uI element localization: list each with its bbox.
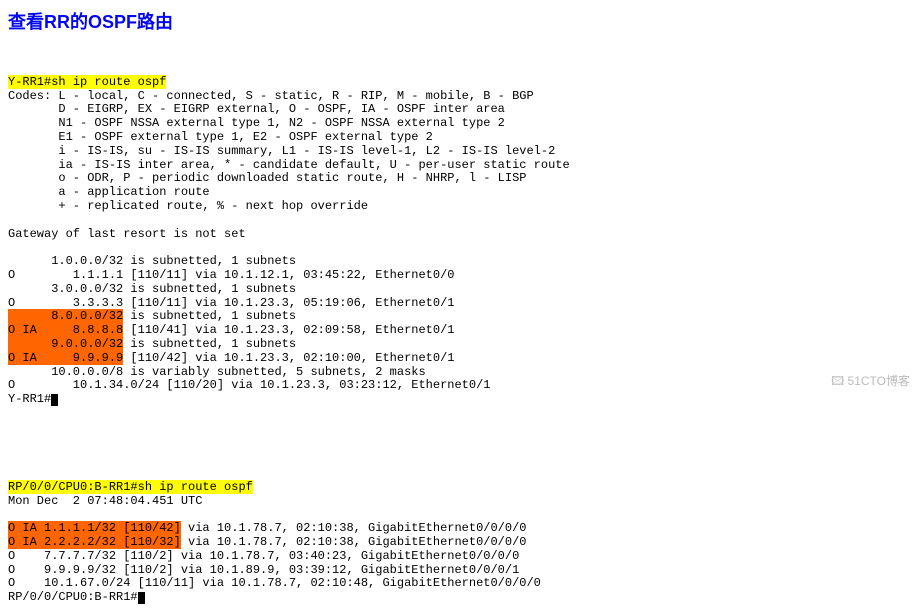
route-line-tail: [110/42] via 10.1.23.3, 02:10:00, Ethern… (123, 351, 454, 365)
prompt-1: Y-RR1#sh ip route ospf (8, 75, 166, 89)
route-line-hl: O IA 1.1.1.1/32 [110/42] (8, 521, 181, 535)
timestamp-line: Mon Dec 2 07:48:04.451 UTC (8, 494, 202, 508)
codes-line: E1 - OSPF external type 1, E2 - OSPF ext… (8, 130, 433, 144)
route-line: O 10.1.34.0/24 [110/20] via 10.1.23.3, 0… (8, 378, 490, 392)
command-text: sh ip route ospf (138, 480, 253, 494)
route-line-hl: 8.0.0.0/32 (8, 309, 123, 323)
command-text: sh ip route ospf (51, 75, 166, 89)
cursor-icon (138, 592, 145, 604)
codes-line: + - replicated route, % - next hop overr… (8, 199, 368, 213)
route-line: O 10.1.67.0/24 [110/11] via 10.1.78.7, 0… (8, 576, 541, 590)
route-line: O 7.7.7.7/32 [110/2] via 10.1.78.7, 03:4… (8, 549, 519, 563)
codes-line: ia - IS-IS inter area, * - candidate def… (8, 158, 570, 172)
route-line-tail: via 10.1.78.7, 02:10:38, GigabitEthernet… (181, 535, 527, 549)
route-line: 1.0.0.0/32 is subnetted, 1 subnets (8, 254, 296, 268)
watermark: 🖾 51CTO博客 (831, 372, 910, 393)
route-line-tail: is subnetted, 1 subnets (123, 337, 296, 351)
end-prompt: Y-RR1# (8, 392, 51, 406)
end-prompt: RP/0/0/CPU0:B-RR1# (8, 590, 138, 604)
route-line: O 9.9.9.9/32 [110/2] via 10.1.89.9, 03:3… (8, 563, 519, 577)
codes-line: a - application route (8, 185, 210, 199)
route-line-tail: via 10.1.78.7, 02:10:38, GigabitEthernet… (181, 521, 527, 535)
codes-line: D - EIGRP, EX - EIGRP external, O - OSPF… (8, 102, 512, 116)
route-line-hl: O IA 9.9.9.9 (8, 351, 123, 365)
terminal-block-2: RP/0/0/CPU0:B-RR1#sh ip route ospf Mon D… (8, 467, 916, 605)
route-line-tail: is subnetted, 1 subnets (123, 309, 296, 323)
cursor-icon (51, 394, 58, 406)
route-line: 3.0.0.0/32 is subnetted, 1 subnets (8, 282, 296, 296)
page-title: 查看RR的OSPF路由 (8, 8, 916, 34)
prompt-text: RP/0/0/CPU0:B-RR1# (8, 480, 138, 494)
route-line: 10.0.0.0/8 is variably subnetted, 5 subn… (8, 365, 426, 379)
route-line: O 1.1.1.1 [110/11] via 10.1.12.1, 03:45:… (8, 268, 454, 282)
route-line-hl: O IA 2.2.2.2/32 [110/32] (8, 535, 181, 549)
route-line-hl: O IA 8.8.8.8 (8, 323, 123, 337)
codes-line: Codes: L - local, C - connected, S - sta… (8, 89, 534, 103)
codes-line: N1 - OSPF NSSA external type 1, N2 - OSP… (8, 116, 505, 130)
route-line-tail: [110/41] via 10.1.23.3, 02:09:58, Ethern… (123, 323, 454, 337)
terminal-block-1: Y-RR1#sh ip route ospf Codes: L - local,… (8, 62, 916, 407)
route-line: O 3.3.3.3 [110/11] via 10.1.23.3, 05:19:… (8, 296, 454, 310)
prompt-2: RP/0/0/CPU0:B-RR1#sh ip route ospf (8, 480, 253, 494)
codes-line: i - IS-IS, su - IS-IS summary, L1 - IS-I… (8, 144, 555, 158)
route-line-hl: 9.0.0.0/32 (8, 337, 123, 351)
prompt-text: Y-RR1# (8, 75, 51, 89)
codes-line: o - ODR, P - periodic downloaded static … (8, 171, 526, 185)
gateway-line: Gateway of last resort is not set (8, 227, 246, 241)
